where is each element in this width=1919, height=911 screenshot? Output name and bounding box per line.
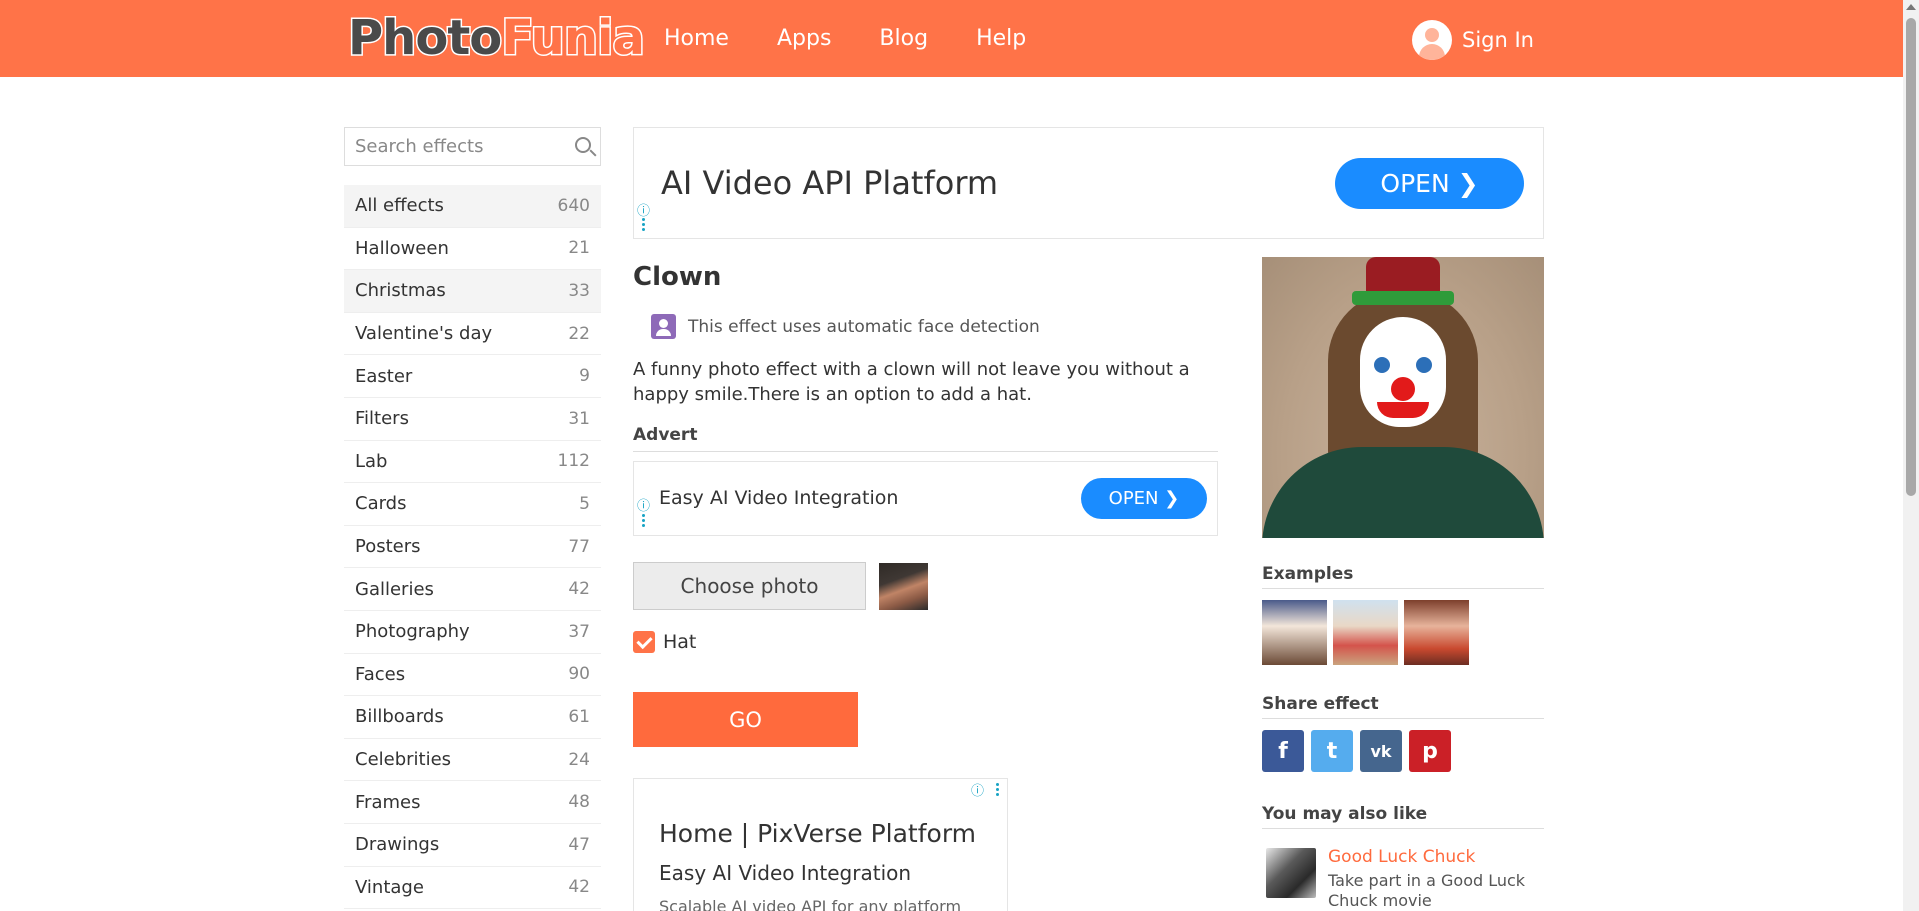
advert-heading: Advert — [633, 425, 1218, 452]
ad-info-icon[interactable]: ⓘ — [971, 780, 984, 799]
pinterest-share-button[interactable]: p — [1409, 730, 1451, 772]
category-item[interactable]: Cards 5 — [344, 483, 601, 526]
effect-description: A funny photo effect with a clown will n… — [633, 359, 1190, 405]
also-like-heading: You may also like — [1262, 804, 1544, 829]
photofunia-logo[interactable]: Photo Funia — [346, 9, 646, 68]
search-input[interactable] — [345, 128, 555, 165]
vk-share-button[interactable]: vk — [1360, 730, 1402, 772]
category-item[interactable]: Christmas 33 — [344, 270, 601, 313]
category-item[interactable]: Billboards 61 — [344, 696, 601, 739]
hat-checkbox[interactable] — [633, 631, 655, 653]
bottom-ad-heading: Home | PixVerse Platform — [659, 819, 977, 848]
face-detection-note: This effect uses automatic face detectio… — [651, 314, 1040, 339]
effect-preview-image — [1262, 257, 1544, 538]
category-item[interactable]: Posters 77 — [344, 526, 601, 569]
category-item[interactable]: Valentine's day 22 — [344, 313, 601, 356]
mid-ad-text: Easy AI Video Integration — [659, 487, 899, 509]
category-item[interactable]: Lab 112 — [344, 441, 601, 484]
choose-photo-button[interactable]: Choose photo — [633, 562, 866, 610]
category-item[interactable]: Filters 31 — [344, 398, 601, 441]
hat-label: Hat — [663, 631, 697, 653]
top-header: Photo Funia Home Apps Blog Help Sign In — [0, 0, 1903, 77]
facebook-share-button[interactable]: f — [1262, 730, 1304, 772]
share-heading: Share effect — [1262, 694, 1544, 719]
category-item[interactable]: All effects 640 — [344, 185, 601, 228]
category-item[interactable]: Vintage 42 — [344, 867, 601, 910]
top-ad-open-button[interactable]: OPEN ❯ — [1335, 158, 1524, 209]
effect-title: Clown — [633, 262, 722, 292]
examples-heading: Examples — [1262, 564, 1544, 589]
scrollbar-thumb[interactable] — [1906, 18, 1916, 496]
scroll-up-arrow-icon[interactable] — [1906, 4, 1916, 10]
example-thumbnail[interactable] — [1262, 600, 1327, 665]
category-item[interactable]: Easter 9 — [344, 355, 601, 398]
example-thumbnail[interactable] — [1404, 600, 1469, 665]
go-button[interactable]: GO — [633, 692, 858, 747]
category-item[interactable]: Frames 48 — [344, 781, 601, 824]
also-like-link[interactable]: Good Luck Chuck — [1328, 847, 1475, 867]
search-box — [344, 127, 601, 166]
selected-photo-thumbnail[interactable] — [879, 563, 928, 610]
category-item[interactable]: Galleries 42 — [344, 568, 601, 611]
ad-menu-icon[interactable] — [642, 218, 645, 233]
mid-ad-open-button[interactable]: OPEN ❯ — [1081, 478, 1207, 519]
ad-menu-icon[interactable] — [642, 514, 645, 529]
bottom-ad-subheading: Easy AI Video Integration — [659, 861, 912, 885]
nav-home[interactable]: Home — [664, 26, 729, 51]
sign-in-button[interactable]: Sign In — [1412, 20, 1534, 60]
category-item[interactable]: Faces 90 — [344, 654, 601, 697]
twitter-share-button[interactable]: t — [1311, 730, 1353, 772]
bottom-ad-text: Scalable AI video API for any platform — [659, 897, 962, 911]
nav-help[interactable]: Help — [976, 26, 1026, 51]
ad-menu-icon[interactable] — [996, 783, 999, 798]
mid-ad-banner[interactable]: Easy AI Video Integration OPEN ❯ ⓘ — [633, 461, 1218, 536]
category-item[interactable]: Halloween 21 — [344, 228, 601, 271]
category-list: All effects 640 Halloween 21 Christmas 33 V… — [344, 185, 601, 910]
ad-info-icon[interactable]: ⓘ — [637, 200, 650, 219]
also-like-description: Take part in a Good Luck Chuck movie — [1328, 871, 1526, 910]
search-icon[interactable] — [575, 137, 591, 153]
sign-in-label: Sign In — [1462, 28, 1534, 52]
example-thumbnail[interactable] — [1333, 600, 1398, 665]
also-like-thumbnail[interactable] — [1266, 848, 1316, 898]
category-item[interactable]: Celebrities 24 — [344, 739, 601, 782]
category-item[interactable]: Drawings 47 — [344, 824, 601, 867]
user-avatar-icon — [1412, 20, 1452, 60]
face-detection-icon — [651, 314, 676, 339]
category-item[interactable]: Photography 37 — [344, 611, 601, 654]
top-ad-banner[interactable]: AI Video API Platform OPEN ❯ ⓘ — [633, 127, 1544, 239]
hat-option[interactable]: Hat — [633, 631, 696, 653]
main-nav: Home Apps Blog Help — [640, 0, 1050, 77]
nav-blog[interactable]: Blog — [879, 26, 928, 51]
bottom-ad-banner[interactable]: ⓘ Home | PixVerse Platform Easy AI Video… — [633, 778, 1008, 911]
ad-info-icon[interactable]: ⓘ — [637, 495, 650, 514]
top-ad-title: AI Video API Platform — [661, 164, 999, 202]
nav-apps[interactable]: Apps — [777, 26, 831, 51]
